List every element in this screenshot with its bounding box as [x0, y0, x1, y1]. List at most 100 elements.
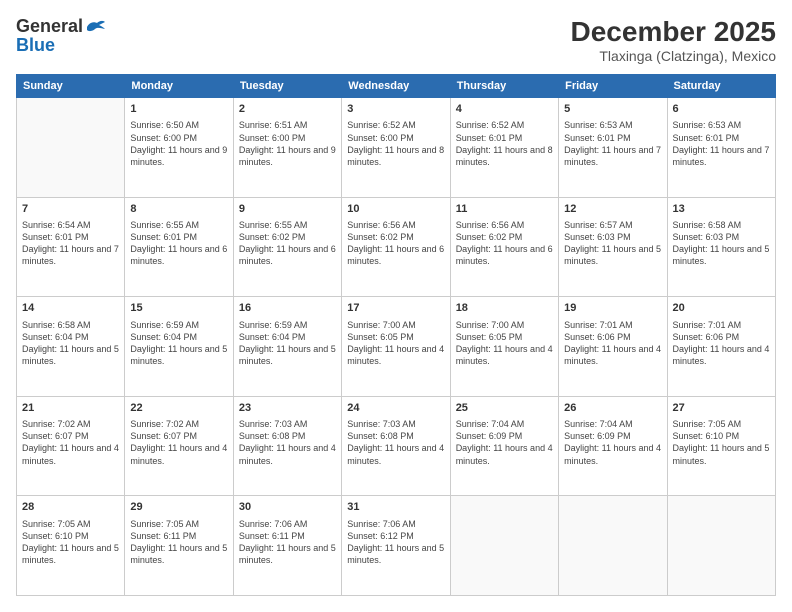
day-info: Sunrise: 7:01 AMSunset: 6:06 PMDaylight:…: [673, 319, 770, 368]
day-info: Sunrise: 6:55 AMSunset: 6:01 PMDaylight:…: [130, 219, 227, 268]
day-number: 23: [239, 401, 336, 416]
calendar-cell: 22Sunrise: 7:02 AMSunset: 6:07 PMDayligh…: [125, 396, 233, 496]
calendar-cell: 28 Sunrise: 7:05 AMSunset: 6:10 PMDayligh…: [17, 496, 125, 596]
day-number: 19: [564, 301, 661, 316]
day-info: Sunrise: 6:51 AMSunset: 6:00 PMDaylight:…: [239, 119, 336, 168]
day-number: 11: [456, 202, 553, 217]
day-number: 17: [347, 301, 444, 316]
calendar-cell: 3 Sunrise: 6:52 AMSunset: 6:00 PMDaylight…: [342, 98, 450, 198]
day-info: Sunrise: 7:05 AMSunset: 6:11 PMDaylight:…: [130, 518, 227, 567]
day-info: Sunrise: 7:05 AMSunset: 6:10 PMDaylight:…: [673, 418, 770, 467]
header: General Blue December 2025 Tlaxinga (Cla…: [16, 16, 776, 64]
calendar-cell: [450, 496, 558, 596]
weekday-header-saturday: Saturday: [667, 75, 775, 98]
day-info: Sunrise: 6:58 AMSunset: 6:03 PMDaylight:…: [673, 219, 770, 268]
calendar-week-row: 21Sunrise: 7:02 AMSunset: 6:07 PMDayligh…: [17, 396, 776, 496]
day-number: 4: [456, 102, 553, 117]
day-number: 2: [239, 102, 336, 117]
weekday-header-monday: Monday: [125, 75, 233, 98]
day-info: Sunrise: 7:06 AMSunset: 6:12 PMDaylight:…: [347, 518, 444, 567]
day-info: Sunrise: 6:54 AMSunset: 6:01 PMDaylight:…: [22, 219, 119, 268]
calendar-cell: 17Sunrise: 7:00 AMSunset: 6:05 PMDayligh…: [342, 297, 450, 397]
day-number: 13: [673, 202, 770, 217]
calendar-week-row: 7 Sunrise: 6:54 AMSunset: 6:01 PMDaylight…: [17, 197, 776, 297]
day-number: 3: [347, 102, 444, 117]
day-info: Sunrise: 6:56 AMSunset: 6:02 PMDaylight:…: [347, 219, 444, 268]
logo-bird-icon: [85, 19, 107, 35]
calendar-body: 1Sunrise: 6:50 AMSunset: 6:00 PMDaylight…: [17, 98, 776, 596]
calendar-cell: 7 Sunrise: 6:54 AMSunset: 6:01 PMDaylight…: [17, 197, 125, 297]
day-info: Sunrise: 6:52 AMSunset: 6:01 PMDaylight:…: [456, 119, 553, 168]
calendar-cell: 12 Sunrise: 6:57 AMSunset: 6:03 PMDayligh…: [559, 197, 667, 297]
weekday-header-wednesday: Wednesday: [342, 75, 450, 98]
calendar-cell: 9 Sunrise: 6:55 AMSunset: 6:02 PMDaylight…: [233, 197, 341, 297]
calendar-cell: 19 Sunrise: 7:01 AMSunset: 6:06 PMDayligh…: [559, 297, 667, 397]
day-number: 18: [456, 301, 553, 316]
calendar-cell: 31 Sunrise: 7:06 AMSunset: 6:12 PMDayligh…: [342, 496, 450, 596]
location-title: Tlaxinga (Clatzinga), Mexico: [571, 48, 776, 64]
day-info: Sunrise: 6:59 AMSunset: 6:04 PMDaylight:…: [239, 319, 336, 368]
day-number: 24: [347, 401, 444, 416]
logo-blue: Blue: [16, 35, 55, 56]
day-number: 7: [22, 202, 119, 217]
day-info: Sunrise: 6:58 AMSunset: 6:04 PMDaylight:…: [22, 319, 119, 368]
weekday-header-thursday: Thursday: [450, 75, 558, 98]
day-info: Sunrise: 6:57 AMSunset: 6:03 PMDaylight:…: [564, 219, 661, 268]
day-info: Sunrise: 6:52 AMSunset: 6:00 PMDaylight:…: [347, 119, 444, 168]
day-number: 25: [456, 401, 553, 416]
day-info: Sunrise: 7:03 AMSunset: 6:08 PMDaylight:…: [239, 418, 336, 467]
day-number: 16: [239, 301, 336, 316]
day-info: Sunrise: 7:03 AMSunset: 6:08 PMDaylight:…: [347, 418, 444, 467]
day-number: 31: [347, 500, 444, 515]
day-info: Sunrise: 7:05 AMSunset: 6:10 PMDaylight:…: [22, 518, 119, 567]
day-info: Sunrise: 7:02 AMSunset: 6:07 PMDaylight:…: [130, 418, 227, 467]
day-info: Sunrise: 7:04 AMSunset: 6:09 PMDaylight:…: [564, 418, 661, 467]
calendar-cell: 18 Sunrise: 7:00 AMSunset: 6:05 PMDayligh…: [450, 297, 558, 397]
day-number: 8: [130, 202, 227, 217]
day-number: 5: [564, 102, 661, 117]
weekday-header-tuesday: Tuesday: [233, 75, 341, 98]
day-info: Sunrise: 7:06 AMSunset: 6:11 PMDaylight:…: [239, 518, 336, 567]
calendar-week-row: 28 Sunrise: 7:05 AMSunset: 6:10 PMDayligh…: [17, 496, 776, 596]
day-number: 1: [130, 102, 227, 117]
calendar-cell: 27Sunrise: 7:05 AMSunset: 6:10 PMDayligh…: [667, 396, 775, 496]
day-info: Sunrise: 6:53 AMSunset: 6:01 PMDaylight:…: [673, 119, 770, 168]
calendar-cell: 25Sunrise: 7:04 AMSunset: 6:09 PMDayligh…: [450, 396, 558, 496]
day-number: 12: [564, 202, 661, 217]
calendar-page: General Blue December 2025 Tlaxinga (Cla…: [0, 0, 792, 612]
calendar-cell: 16 Sunrise: 6:59 AMSunset: 6:04 PMDayligh…: [233, 297, 341, 397]
calendar-cell: 14Sunrise: 6:58 AMSunset: 6:04 PMDayligh…: [17, 297, 125, 397]
day-info: Sunrise: 6:53 AMSunset: 6:01 PMDaylight:…: [564, 119, 661, 168]
calendar-cell: 6 Sunrise: 6:53 AMSunset: 6:01 PMDaylight…: [667, 98, 775, 198]
calendar-week-row: 1Sunrise: 6:50 AMSunset: 6:00 PMDaylight…: [17, 98, 776, 198]
day-info: Sunrise: 7:02 AMSunset: 6:07 PMDaylight:…: [22, 418, 119, 467]
day-info: Sunrise: 7:00 AMSunset: 6:05 PMDaylight:…: [456, 319, 553, 368]
day-number: 9: [239, 202, 336, 217]
calendar-cell: 8 Sunrise: 6:55 AMSunset: 6:01 PMDaylight…: [125, 197, 233, 297]
day-number: 30: [239, 500, 336, 515]
calendar-cell: 2 Sunrise: 6:51 AMSunset: 6:00 PMDaylight…: [233, 98, 341, 198]
calendar-cell: 29Sunrise: 7:05 AMSunset: 6:11 PMDayligh…: [125, 496, 233, 596]
calendar-cell: [667, 496, 775, 596]
calendar-cell: 10 Sunrise: 6:56 AMSunset: 6:02 PMDayligh…: [342, 197, 450, 297]
day-number: 15: [130, 301, 227, 316]
calendar-cell: [559, 496, 667, 596]
day-number: 6: [673, 102, 770, 117]
day-info: Sunrise: 7:01 AMSunset: 6:06 PMDaylight:…: [564, 319, 661, 368]
calendar-cell: 30 Sunrise: 7:06 AMSunset: 6:11 PMDayligh…: [233, 496, 341, 596]
calendar-week-row: 14Sunrise: 6:58 AMSunset: 6:04 PMDayligh…: [17, 297, 776, 397]
calendar-cell: 5 Sunrise: 6:53 AMSunset: 6:01 PMDaylight…: [559, 98, 667, 198]
calendar-cell: 20Sunrise: 7:01 AMSunset: 6:06 PMDayligh…: [667, 297, 775, 397]
calendar-header: SundayMondayTuesdayWednesdayThursdayFrid…: [17, 75, 776, 98]
calendar-cell: 15 Sunrise: 6:59 AMSunset: 6:04 PMDayligh…: [125, 297, 233, 397]
calendar-cell: 11Sunrise: 6:56 AMSunset: 6:02 PMDayligh…: [450, 197, 558, 297]
weekday-header-friday: Friday: [559, 75, 667, 98]
day-number: 10: [347, 202, 444, 217]
logo-general: General: [16, 16, 83, 37]
day-info: Sunrise: 6:59 AMSunset: 6:04 PMDaylight:…: [130, 319, 227, 368]
day-number: 26: [564, 401, 661, 416]
calendar-cell: 21Sunrise: 7:02 AMSunset: 6:07 PMDayligh…: [17, 396, 125, 496]
day-info: Sunrise: 6:55 AMSunset: 6:02 PMDaylight:…: [239, 219, 336, 268]
day-number: 28: [22, 500, 119, 515]
calendar-cell: 4 Sunrise: 6:52 AMSunset: 6:01 PMDaylight…: [450, 98, 558, 198]
